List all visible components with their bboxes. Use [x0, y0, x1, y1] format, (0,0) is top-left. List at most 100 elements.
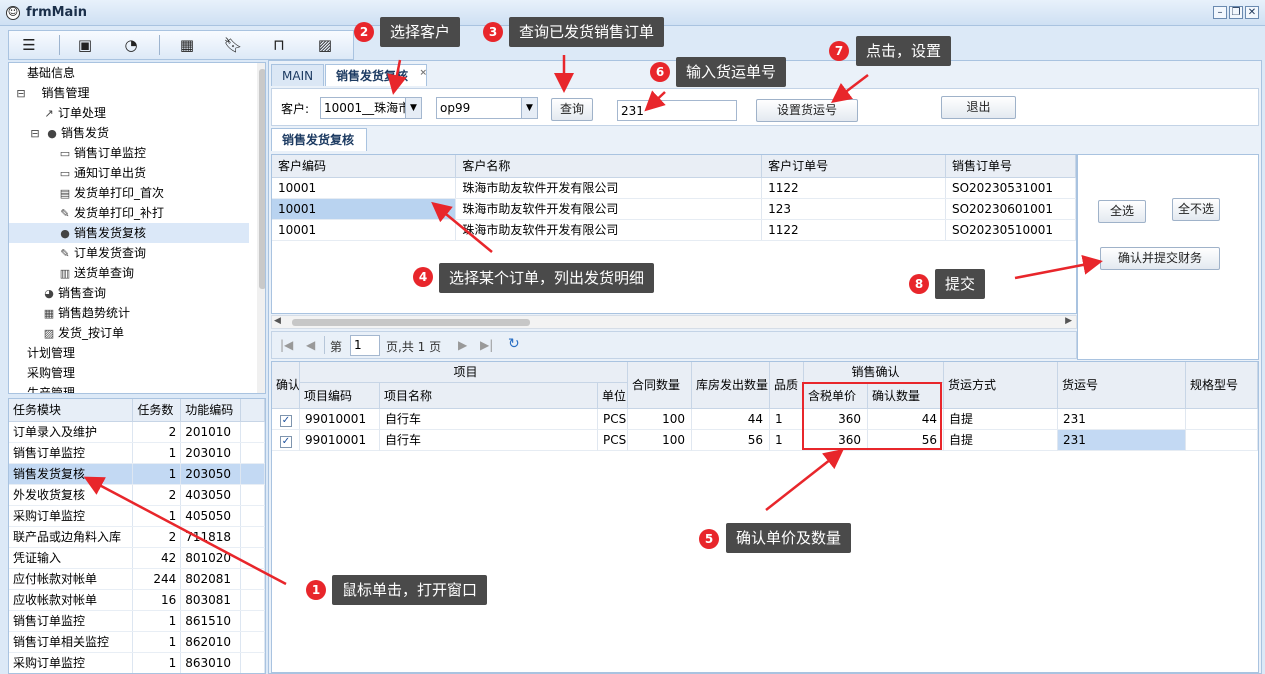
tree-item-order-monitor[interactable]: ▭ 销售订单监控 — [57, 143, 146, 163]
task-panel: 任务模块 任务数 功能编码 订单录入及维护 2 201010 销售订单监控 1 20301… — [8, 398, 266, 674]
customer-order-no-cell: 1122 — [761, 219, 946, 241]
tab-main[interactable]: MAIN — [271, 64, 325, 86]
close-icon[interactable]: × — [419, 62, 427, 84]
col-sales-order-no[interactable]: 销售订单号 — [945, 155, 1076, 178]
task-row[interactable]: 采购订单监控 1 405050 — [9, 505, 265, 527]
customer-select[interactable]: 10001__珠海市 ▼ — [320, 97, 422, 119]
orders-hscroll-thumb[interactable] — [292, 319, 530, 326]
task-row[interactable]: 应收帐款对帐单 16 803081 — [9, 589, 265, 611]
orders-hscrollbar[interactable]: ◀ ▶ — [271, 315, 1077, 329]
col-item-code[interactable]: 项目编码 — [300, 383, 380, 409]
scroll-left-icon[interactable]: ◀ — [274, 316, 281, 326]
first-page-icon[interactable]: |◀ — [280, 338, 293, 352]
tree-item-delivery-query[interactable]: ▥ 送货单查询 — [57, 263, 134, 283]
query-button[interactable]: 查询 — [551, 98, 593, 121]
tree-item-notify-shipping[interactable]: ▭ 通知订单出货 — [57, 163, 146, 183]
task-row[interactable]: 销售订单监控 1 861510 — [9, 610, 265, 632]
tree-scroll-thumb[interactable] — [259, 69, 265, 289]
briefcase-icon[interactable]: ▣ — [73, 34, 97, 56]
ship-method-cell[interactable]: 自提 — [944, 409, 1058, 430]
menu-icon[interactable]: ☰ — [17, 34, 41, 56]
task-row[interactable]: 外发收货复核 2 403050 — [9, 484, 265, 506]
task-row[interactable]: 应付帐款对帐单 244 802081 — [9, 568, 265, 590]
task-col-count[interactable]: 任务数 — [132, 399, 182, 422]
tree-item-basic-info[interactable]: 基础信息 — [27, 63, 75, 83]
restore-icon[interactable]: ❐ — [1229, 6, 1243, 19]
col-ship-method[interactable]: 货运方式 — [944, 362, 1058, 409]
task-col-code[interactable]: 功能编码 — [180, 399, 242, 422]
rss-icon[interactable]: ◔ — [119, 34, 143, 56]
collapse-icon[interactable]: ⊟ — [27, 124, 43, 144]
ship-method-cell[interactable]: 自提 — [944, 430, 1058, 451]
task-row[interactable]: 采购订单监控 1 863010 — [9, 652, 265, 673]
tree-item-ship-by-order[interactable]: ▨ 发货_按订单 — [41, 323, 124, 343]
select-all-button[interactable]: 全选 — [1098, 200, 1146, 223]
operator-select-value: op99 — [440, 101, 471, 115]
set-tracking-button[interactable]: 设置货运号 — [756, 99, 858, 122]
tab-shipping-review[interactable]: 销售发货复核 × — [325, 62, 428, 86]
tree-item-print-first[interactable]: ▤ 发货单打印_首次 — [57, 183, 164, 203]
tree-item-order-ship-query[interactable]: ✎ 订单发货查询 — [57, 243, 146, 263]
task-code-cell: 203050 — [180, 463, 242, 485]
task-row[interactable]: 销售发货复核 1 203050 — [9, 463, 265, 485]
tree-item-purchase-mgmt[interactable]: 采购管理 — [27, 363, 75, 383]
collapse-icon[interactable]: ⊟ — [13, 84, 29, 104]
tree-item-sales-shipping[interactable]: ⊟ ● 销售发货 — [27, 123, 109, 143]
tree-item-sales-mgmt[interactable]: ⊟ 销售管理 — [13, 83, 89, 103]
task-filler-cell — [240, 526, 265, 548]
spec-cell — [1186, 430, 1258, 451]
tree-item-plan-mgmt[interactable]: 计划管理 — [27, 343, 75, 363]
task-row[interactable]: 联产品或边角料入库 2 711818 — [9, 526, 265, 548]
minimize-icon[interactable]: – — [1213, 6, 1227, 19]
tree-item-print-reprint[interactable]: ✎ 发货单打印_补打 — [57, 203, 164, 223]
col-quality[interactable]: 品质 — [770, 362, 804, 409]
select-none-button[interactable]: 全不选 — [1172, 198, 1220, 221]
exit-button[interactable]: 退出 — [941, 96, 1016, 119]
scroll-right-icon[interactable]: ▶ — [1065, 316, 1072, 326]
col-unit[interactable]: 单位 — [598, 383, 628, 409]
task-row[interactable]: 销售订单相关监控 1 862010 — [9, 631, 265, 653]
order-row[interactable]: 10001 珠海市助友软件开发有限公司 1122 SO20230510001 — [272, 219, 1076, 241]
tree-item-sales-trend[interactable]: ▦ 销售趋势统计 — [41, 303, 130, 323]
tracking-input[interactable]: 231 — [617, 100, 737, 121]
prev-page-icon[interactable]: ◀ — [306, 338, 315, 352]
order-row[interactable]: 10001 珠海市助友软件开发有限公司 123 SO20230601001 — [272, 198, 1076, 220]
col-tracking-no[interactable]: 货运号 — [1058, 362, 1186, 409]
next-page-icon[interactable]: ▶ — [458, 338, 467, 352]
tree-item-shipping-review[interactable]: ● 销售发货复核 — [9, 223, 249, 243]
task-row[interactable]: 销售订单监控 1 203010 — [9, 442, 265, 464]
chevron-down-icon[interactable]: ▼ — [405, 98, 421, 118]
subtab-shipping-review[interactable]: 销售发货复核 — [271, 128, 367, 151]
confirm-submit-finance-button[interactable]: 确认并提交财务 — [1100, 247, 1220, 270]
confirm-checkbox[interactable]: ✓ — [280, 415, 292, 427]
operator-select[interactable]: op99 ▼ — [436, 97, 538, 119]
last-page-icon[interactable]: ▶| — [480, 338, 493, 352]
col-customer-name[interactable]: 客户名称 — [455, 155, 763, 178]
page-number-input[interactable]: 1 — [350, 335, 380, 356]
confirm-checkbox[interactable]: ✓ — [280, 436, 292, 448]
col-customer-code[interactable]: 客户编码 — [272, 155, 457, 178]
tree-item-order-processing[interactable]: ↗ 订单处理 — [41, 103, 106, 123]
tree-item-production-mgmt[interactable]: 生产管理 — [27, 383, 75, 393]
order-row[interactable]: 10001 珠海市助友软件开发有限公司 1122 SO20230531001 — [272, 177, 1076, 199]
chevron-down-icon[interactable]: ▼ — [521, 98, 537, 118]
inbox-icon[interactable]: ⊓ — [267, 34, 291, 56]
bookmark-icon[interactable]: 🔖︎ — [221, 34, 245, 56]
refresh-icon[interactable]: ↻ — [508, 336, 520, 352]
task-row[interactable]: 凭证输入 42 801020 — [9, 547, 265, 569]
col-customer-order-no[interactable]: 客户订单号 — [761, 155, 946, 178]
tab-label: 销售发货复核 — [336, 69, 409, 83]
tracking-no-cell[interactable]: 231 — [1058, 409, 1186, 430]
col-contract-qty[interactable]: 合同数量 — [628, 362, 692, 409]
tree-item-sales-query[interactable]: ◕ 销售查询 — [41, 283, 106, 303]
image-icon[interactable]: ▨ — [313, 34, 337, 56]
calendar-icon[interactable]: ▦ — [175, 34, 199, 56]
col-confirm[interactable]: 确认 — [272, 362, 300, 409]
task-row[interactable]: 订单录入及维护 2 201010 — [9, 421, 265, 443]
col-spec[interactable]: 规格型号 — [1186, 362, 1258, 409]
task-col-module[interactable]: 任务模块 — [9, 399, 134, 422]
col-shipped-qty[interactable]: 库房发出数量 — [692, 362, 770, 409]
col-item-name[interactable]: 项目名称 — [380, 383, 598, 409]
tracking-no-cell[interactable]: 231 — [1058, 430, 1186, 451]
close-icon[interactable]: ✕ — [1245, 6, 1259, 19]
